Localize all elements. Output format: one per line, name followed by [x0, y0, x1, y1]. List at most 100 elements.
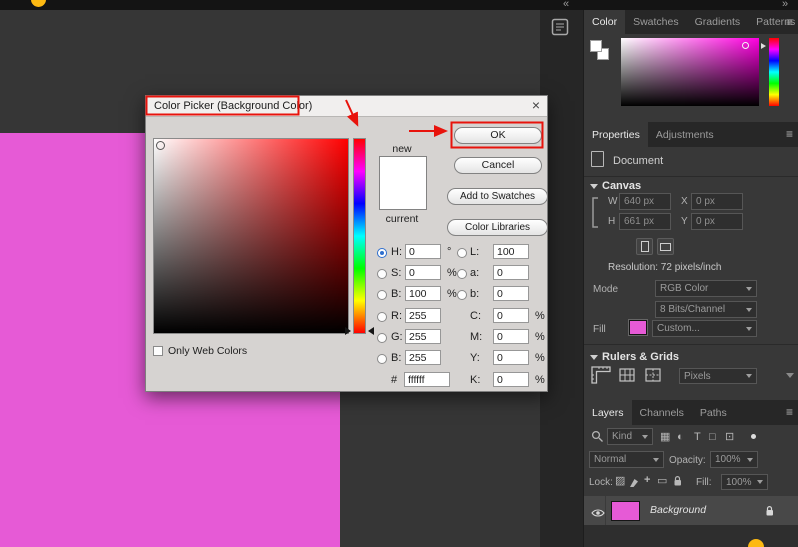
cancel-button[interactable]: Cancel [454, 157, 542, 174]
y-field[interactable]: 0 px [691, 213, 743, 230]
ok-button[interactable]: OK [454, 127, 542, 144]
tab-color[interactable]: Color [584, 10, 626, 34]
only-web-colors-checkbox[interactable] [153, 346, 163, 356]
canvas-section-header[interactable]: Canvas [602, 180, 641, 192]
kind-filter-select[interactable]: Kind [607, 428, 653, 445]
filter-type-layers-icon[interactable]: T [694, 431, 701, 443]
filter-shape-layers-icon[interactable]: □ [709, 431, 716, 443]
expand-panels-icon[interactable]: » [782, 0, 788, 10]
lock-artboard-icon[interactable]: ▭ [657, 476, 667, 487]
a-input[interactable] [493, 265, 529, 280]
filter-smart-objects-icon[interactable]: ⊡ [725, 431, 734, 443]
opacity-select[interactable]: 100% [710, 451, 758, 468]
tab-paths[interactable]: Paths [692, 400, 735, 425]
g-input[interactable] [405, 329, 441, 344]
tab-gradients[interactable]: Gradients [687, 10, 749, 34]
tab-swatches[interactable]: Swatches [625, 10, 687, 34]
radio-g[interactable] [377, 333, 387, 343]
visibility-eye-icon[interactable] [591, 505, 605, 523]
layer-name[interactable]: Background [650, 504, 706, 516]
collapsed-panel-icon[interactable] [551, 18, 575, 42]
ruler-icon[interactable] [591, 366, 611, 389]
grid-icon[interactable] [619, 368, 635, 387]
fill-color-swatch[interactable] [629, 320, 647, 335]
document-icon [591, 151, 604, 167]
close-icon[interactable]: × [532, 97, 540, 113]
filter-adjustment-layers-icon[interactable]: ◐ [677, 431, 684, 443]
hex-input[interactable] [404, 372, 450, 387]
l-input[interactable] [493, 244, 529, 259]
c-input[interactable] [493, 308, 529, 323]
fill-select[interactable]: Custom... [652, 320, 757, 337]
color-marker[interactable] [156, 141, 165, 150]
current-color-swatch [380, 183, 426, 209]
m-label: M: [470, 331, 483, 343]
b2-label: B: [391, 352, 402, 364]
radio-h[interactable] [377, 248, 387, 258]
foreground-color-swatch[interactable] [590, 40, 602, 52]
hue-slider-arrow-left[interactable] [345, 327, 351, 335]
h-input[interactable] [405, 244, 441, 259]
height-field[interactable]: 661 px [619, 213, 671, 230]
y-input[interactable] [493, 350, 529, 365]
rulers-section-chevron-icon[interactable] [590, 355, 598, 360]
collapse-panels-icon[interactable]: « [563, 0, 569, 10]
saturation-brightness-field[interactable] [153, 138, 349, 334]
lock-all-icon[interactable] [673, 474, 683, 492]
hue-slider-arrow-right[interactable] [368, 327, 374, 335]
hue-slider[interactable] [353, 138, 366, 334]
add-to-swatches-button[interactable]: Add to Swatches [447, 188, 548, 205]
units-select[interactable]: Pixels [679, 368, 757, 384]
m-input[interactable] [493, 329, 529, 344]
blend-mode-select[interactable]: Normal [589, 451, 664, 468]
s-input[interactable] [405, 265, 441, 280]
m-unit: % [535, 331, 545, 343]
orientation-portrait-button[interactable] [636, 238, 653, 255]
layer-thumbnail[interactable] [611, 501, 640, 521]
panel-saturation-field[interactable] [621, 38, 759, 106]
radio-l[interactable] [457, 248, 467, 258]
guides-icon[interactable] [645, 368, 661, 387]
panel-color-marker[interactable] [742, 42, 749, 49]
radio-b-small[interactable] [457, 290, 467, 300]
radio-a[interactable] [457, 269, 467, 279]
orientation-landscape-button[interactable] [657, 238, 674, 255]
radio-r[interactable] [377, 312, 387, 322]
b-small-input[interactable] [493, 286, 529, 301]
tab-properties[interactable]: Properties [584, 122, 648, 147]
tab-channels[interactable]: Channels [632, 400, 692, 425]
properties-panel-menu-icon[interactable]: ≡ [786, 127, 793, 141]
lock-paint-icon[interactable] [629, 475, 640, 493]
width-field[interactable]: 640 px [619, 193, 671, 210]
layer-row-background[interactable]: Background [584, 496, 798, 525]
b-small-label: b: [470, 288, 480, 300]
filter-pixel-layers-icon[interactable]: ▦ [660, 431, 670, 443]
filter-toggle-icon[interactable] [751, 434, 756, 439]
layers-panel-menu-icon[interactable]: ≡ [786, 405, 793, 419]
rulers-grids-header[interactable]: Rulers & Grids [602, 351, 679, 363]
panel-hue-slider[interactable] [769, 38, 779, 106]
panel-dock: Color Swatches Gradients Patterns ≡ Prop… [583, 10, 798, 547]
color-panel-menu-icon[interactable]: ≡ [786, 15, 793, 29]
layer-fill-select[interactable]: 100% [721, 474, 768, 490]
lock-transparency-icon[interactable]: ▨ [615, 476, 625, 487]
tab-layers[interactable]: Layers [584, 400, 632, 425]
radio-b2[interactable] [377, 354, 387, 364]
k-input[interactable] [493, 372, 529, 387]
radio-s[interactable] [377, 269, 387, 279]
b2-input[interactable] [405, 350, 441, 365]
bit-depth-select[interactable]: 8 Bits/Channel [655, 301, 757, 318]
color-libraries-button[interactable]: Color Libraries [447, 219, 548, 236]
tab-adjustments[interactable]: Adjustments [648, 122, 722, 147]
mode-select[interactable]: RGB Color [655, 280, 757, 297]
new-color-label: new [392, 143, 412, 155]
canvas-section-chevron-icon[interactable] [590, 184, 598, 189]
panel-hue-marker[interactable] [761, 43, 766, 49]
link-dimensions-icon[interactable] [589, 194, 601, 236]
radio-b[interactable] [377, 290, 387, 300]
r-input[interactable] [405, 308, 441, 323]
x-field[interactable]: 0 px [691, 193, 743, 210]
panel-scroll-chevron-icon[interactable] [786, 373, 794, 378]
b-input[interactable] [405, 286, 441, 301]
lock-position-icon[interactable]: + [644, 475, 650, 486]
